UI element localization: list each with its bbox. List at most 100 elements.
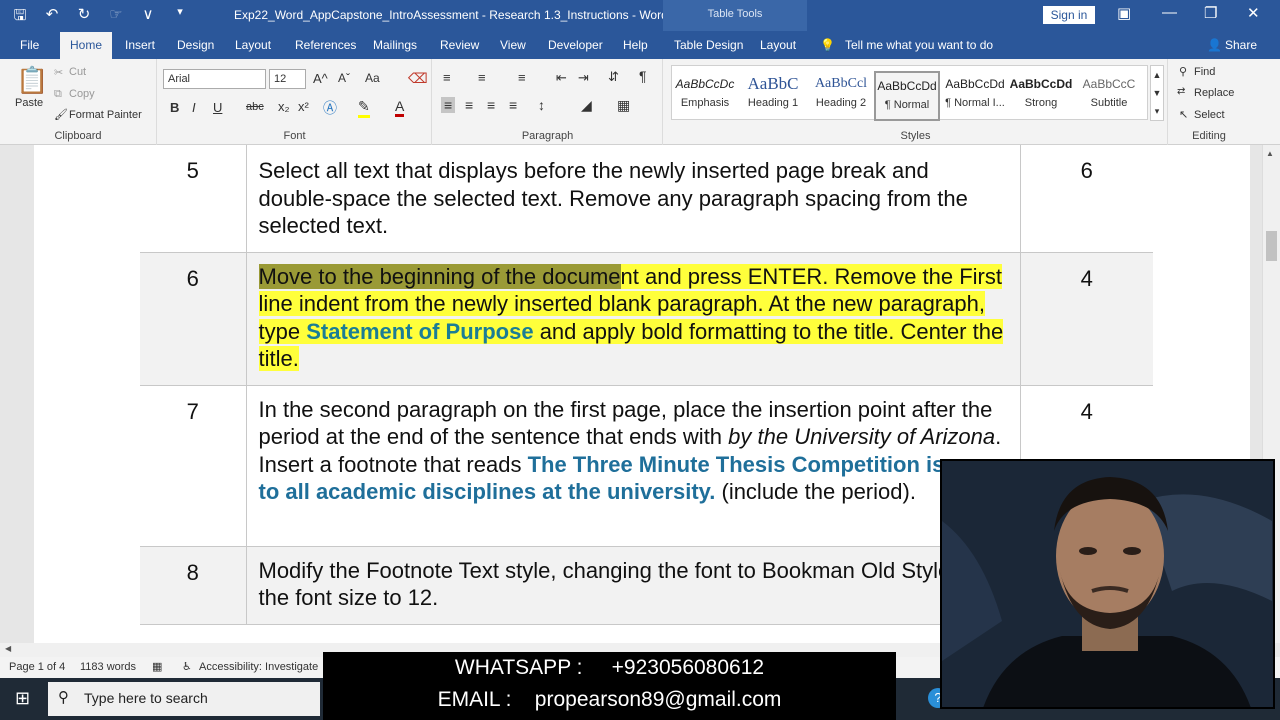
change-case-button[interactable]: Aa <box>365 71 380 85</box>
format-painter-icon[interactable]: 🖌 <box>54 108 68 121</box>
style-normal[interactable]: AaBbCcDd ¶ Normal <box>874 71 940 121</box>
style-name: Heading 2 <box>815 97 867 109</box>
tab-design[interactable]: Design <box>177 38 214 52</box>
tab-review[interactable]: Review <box>440 38 479 52</box>
taskbar-search[interactable]: ⚲ Type here to search <box>48 682 320 716</box>
tab-layout[interactable]: Layout <box>235 38 271 52</box>
restore-icon[interactable]: ❐ <box>1204 4 1217 22</box>
tab-view[interactable]: View <box>500 38 526 52</box>
step-text[interactable]: Select all text that displays before the… <box>246 145 1021 252</box>
select-icon[interactable]: ↖ <box>1179 108 1188 121</box>
style-emphasis[interactable]: AaBbCcDc Emphasis <box>672 71 738 121</box>
close-icon[interactable]: ✕ <box>1247 4 1260 22</box>
style-name: Subtitle <box>1090 97 1128 109</box>
styles-scroll-icon[interactable]: ▲ ▼ ▾ <box>1150 65 1164 121</box>
webcam-video <box>940 459 1275 709</box>
tab-references[interactable]: References <box>295 38 356 52</box>
numbering-icon[interactable]: ≡ <box>478 70 486 85</box>
format-painter-button[interactable]: Format Painter <box>69 109 142 121</box>
sign-in-button[interactable]: Sign in <box>1043 6 1095 24</box>
justify-icon[interactable]: ≡ <box>509 97 517 113</box>
save-icon[interactable]: 🖫 <box>10 5 30 30</box>
select-button[interactable]: Select <box>1194 109 1225 121</box>
email-line: EMAIL : propearson89@gmail.com <box>437 688 782 711</box>
share-button[interactable]: Share <box>1225 38 1257 52</box>
minimize-icon[interactable]: — <box>1162 4 1177 21</box>
copy-icon[interactable]: ⧉ <box>54 88 62 101</box>
bullets-icon[interactable]: ≡ <box>443 70 451 85</box>
italic-button[interactable]: I <box>192 100 196 115</box>
decrease-indent-icon[interactable]: ⇤ <box>556 70 567 86</box>
shrink-font-button[interactable]: Aˇ <box>338 71 350 85</box>
tab-file[interactable]: File <box>20 38 39 52</box>
tab-developer[interactable]: Developer <box>548 38 603 52</box>
strikethrough-button[interactable]: abc <box>246 101 264 113</box>
touch-mode-dropdown-icon[interactable]: ∨ <box>138 5 158 30</box>
highlight-color-icon[interactable]: ✎ <box>358 98 370 118</box>
proofing-icon[interactable]: ▦ <box>152 660 162 673</box>
page-count[interactable]: Page 1 of 4 <box>9 661 65 673</box>
style-normal-indent[interactable]: AaBbCcDd ¶ Normal I... <box>942 71 1008 121</box>
bold-button[interactable]: B <box>170 100 179 115</box>
align-right-icon[interactable]: ≡ <box>487 97 495 113</box>
redo-icon[interactable]: ↻ <box>74 5 94 30</box>
replace-button[interactable]: Replace <box>1194 87 1234 99</box>
multilevel-list-icon[interactable]: ≡ <box>518 70 526 85</box>
style-strong[interactable]: AaBbCcDd Strong <box>1008 71 1074 121</box>
grow-font-button[interactable]: A^ <box>313 71 328 86</box>
clear-formatting-icon[interactable]: ⌫ <box>408 70 428 87</box>
tab-insert[interactable]: Insert <box>125 38 155 52</box>
windows-start-icon[interactable]: ⊞ <box>15 688 30 709</box>
style-heading-2[interactable]: AaBbCcl Heading 2 <box>808 71 874 121</box>
scroll-up-icon[interactable]: ▲ <box>1266 149 1274 158</box>
increase-indent-icon[interactable]: ⇥ <box>578 70 589 86</box>
style-heading-1[interactable]: AaBbC Heading 1 <box>740 71 806 121</box>
tab-home[interactable]: Home <box>60 32 113 60</box>
accessibility-icon[interactable]: ♿ <box>182 660 192 673</box>
share-icon[interactable]: 👤 <box>1207 38 1222 52</box>
cut-button[interactable]: Cut <box>69 66 86 78</box>
find-icon[interactable]: ⚲ <box>1179 65 1187 78</box>
replace-icon[interactable]: ⇄ <box>1177 86 1185 97</box>
step-text[interactable]: Modify the Footnote Text style, changing… <box>246 545 1021 625</box>
font-size-combo[interactable]: 12 <box>269 69 306 89</box>
ribbon-display-options-icon[interactable]: ▣ <box>1117 4 1131 22</box>
line-spacing-icon[interactable]: ↕ <box>538 97 545 113</box>
paste-icon[interactable]: 📋 <box>16 65 48 96</box>
shading-icon[interactable]: ◢ <box>581 97 592 114</box>
subscript-icon[interactable]: x₂ <box>278 99 290 114</box>
ribbon: 📋 Paste ✂ Cut ⧉ Copy 🖌 Format Painter Cl… <box>0 59 1280 145</box>
scroll-thumb[interactable] <box>1266 231 1277 261</box>
step-text[interactable]: In the second paragraph on the first pag… <box>246 384 1021 546</box>
tab-help[interactable]: Help <box>623 38 648 52</box>
center-icon[interactable]: ≡ <box>465 97 473 113</box>
customize-qat-icon[interactable]: ▾ <box>170 5 190 30</box>
word-count[interactable]: 1183 words <box>80 661 136 673</box>
undo-icon[interactable]: ↶ <box>42 5 62 30</box>
tab-mailings[interactable]: Mailings <box>373 38 417 52</box>
paste-button[interactable]: Paste <box>15 97 43 109</box>
superscript-icon[interactable]: x² <box>298 99 309 114</box>
text-effects-icon[interactable]: Ⓐ <box>323 98 337 118</box>
align-left-icon[interactable]: ≡ <box>441 97 456 113</box>
font-color-button[interactable]: A <box>395 98 405 117</box>
cut-icon[interactable]: ✂ <box>54 66 63 79</box>
underline-button[interactable]: U <box>213 100 222 115</box>
editing-group: ⚲ Find ⇄ Replace ↖ Select Editing <box>1169 59 1249 145</box>
tell-me-search[interactable]: Tell me what you want to do <box>845 38 993 52</box>
font-name-combo[interactable]: Arial <box>163 69 266 89</box>
scroll-left-icon[interactable]: ◀ <box>5 644 11 653</box>
selected-text[interactable]: Move to the beginning of the docume <box>258 263 621 289</box>
sort-icon[interactable]: ⇵ <box>608 69 619 85</box>
accessibility-status[interactable]: Accessibility: Investigate <box>199 661 318 673</box>
find-button[interactable]: Find <box>1194 66 1215 78</box>
editing-label: Editing <box>1192 130 1226 142</box>
style-subtitle[interactable]: AaBbCcC Subtitle <box>1076 71 1142 121</box>
tab-table-layout[interactable]: Layout <box>760 38 796 52</box>
tab-table-design[interactable]: Table Design <box>674 38 743 52</box>
borders-icon[interactable]: ▦ <box>617 97 630 114</box>
copy-button[interactable]: Copy <box>69 88 95 100</box>
show-formatting-icon[interactable]: ¶ <box>639 68 647 84</box>
touch-mode-icon[interactable]: ☞ <box>106 5 126 30</box>
step-text[interactable]: Move to the beginning of the document an… <box>246 251 1021 385</box>
